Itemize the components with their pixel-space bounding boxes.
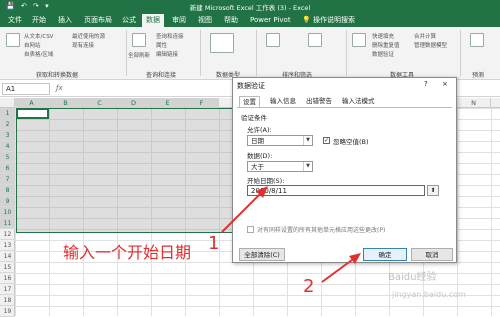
step-number-2: 2	[303, 276, 315, 297]
arrow-to-ok	[321, 256, 357, 283]
arrow-head-2	[349, 253, 361, 264]
annotation-text: 输入一个开始日期	[63, 243, 192, 262]
watermark: Baidu经验	[388, 272, 437, 283]
step-number-1: 1	[208, 233, 220, 254]
arrow-to-start-date	[221, 189, 265, 233]
watermark-url: jingyan.baidu.com	[392, 290, 466, 299]
